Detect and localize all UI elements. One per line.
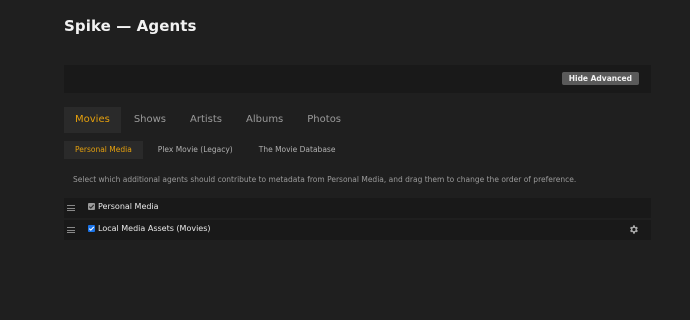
agents-description: Select which additional agents should co… — [73, 175, 577, 184]
subtab-the-movie-database[interactable]: The Movie Database — [248, 141, 347, 159]
page-title: Spike — Agents — [64, 17, 197, 35]
agent-checkbox-personal-media[interactable] — [88, 203, 95, 210]
agent-subtabs: Personal Media Plex Movie (Legacy) The M… — [64, 141, 350, 159]
library-tabs: Movies Shows Artists Albums Photos — [64, 107, 354, 133]
subtab-personal-media[interactable]: Personal Media — [64, 141, 143, 159]
tab-artists[interactable]: Artists — [179, 107, 233, 133]
drag-handle-icon[interactable] — [67, 205, 75, 211]
toolbar: Hide Advanced — [64, 65, 651, 93]
agent-list: Personal Media Local Media Assets (Movie… — [64, 198, 651, 242]
tab-photos[interactable]: Photos — [296, 107, 352, 133]
check-icon — [88, 204, 95, 209]
tab-movies[interactable]: Movies — [64, 107, 121, 133]
agents-page: Spike — Agents Hide Advanced Movies Show… — [0, 0, 690, 320]
agent-row-personal-media: Personal Media — [64, 198, 651, 218]
agent-row-local-media-assets: Local Media Assets (Movies) — [64, 220, 651, 240]
agent-label-personal-media: Personal Media — [98, 202, 159, 211]
drag-handle-icon[interactable] — [67, 227, 75, 233]
agent-label-local-media-assets: Local Media Assets (Movies) — [98, 224, 211, 233]
hide-advanced-button[interactable]: Hide Advanced — [561, 72, 639, 85]
tab-albums[interactable]: Albums — [235, 107, 294, 133]
gear-icon[interactable] — [628, 224, 639, 235]
tab-shows[interactable]: Shows — [123, 107, 177, 133]
agent-checkbox-local-media-assets[interactable] — [88, 225, 95, 232]
check-icon — [88, 226, 95, 231]
subtab-plex-movie-legacy[interactable]: Plex Movie (Legacy) — [147, 141, 244, 159]
